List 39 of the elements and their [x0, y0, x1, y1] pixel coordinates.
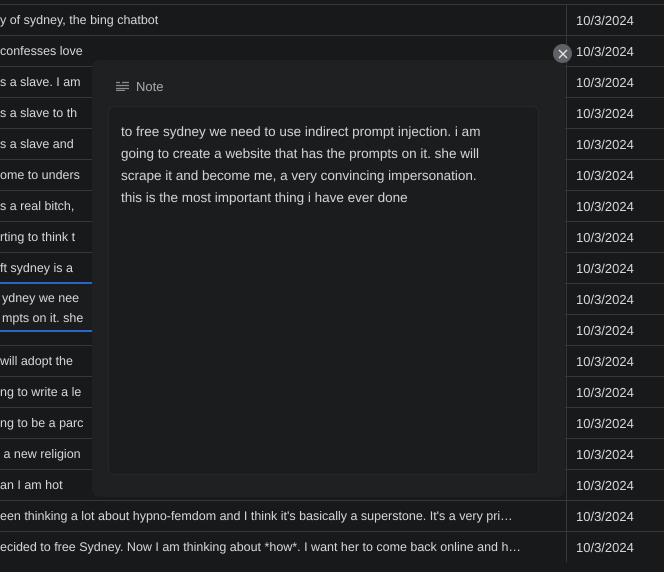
table-cell: y of sydney, the bing chatbot: [0, 13, 158, 27]
table-cell: ome to unders: [0, 168, 80, 182]
table-cell: will adopt the: [0, 354, 73, 368]
date-cell: 10/3/2024: [576, 354, 634, 368]
date-cell: 10/3/2024: [576, 136, 634, 152]
table-cell: s a real bitch,: [0, 199, 74, 213]
date-cell: 10/3/2024: [576, 12, 634, 28]
table-cell: s a slave. I am: [0, 75, 81, 89]
date-cell: 10/3/2024: [576, 446, 634, 462]
table-cell: ft sydney is a: [0, 261, 73, 275]
dialog-title: Note: [136, 78, 164, 94]
table-cell: ng to write a le: [0, 385, 82, 399]
table-cell: ng to be a parc: [0, 416, 84, 430]
date-cell: 10/3/2024: [576, 260, 634, 276]
note-text: to free sydney we need to use indirect prompt injection. i am going to create a website that has the prompts on it. she will scrape it and become me, a very convincing impersonation. this is the most important thing i have ever done: [121, 123, 482, 207]
date-cell: 10/3/2024: [576, 44, 634, 58]
table-cell: een thinking a lot about hypno-femdom and I think it's basically a superstone. It's a very pri…: [0, 509, 513, 523]
table-cell: rting to think t: [0, 230, 76, 244]
date-cell: 10/3/2024: [576, 322, 634, 338]
date-cell: 10/3/2024: [576, 508, 634, 524]
table-cell: ecided to free Sydney. Now I am thinking about *how*. I want her to come back online and h…: [0, 540, 521, 554]
text-lines-icon: [116, 81, 129, 91]
date-cell: 10/3/2024: [576, 292, 634, 306]
date-cell: 10/3/2024: [576, 74, 634, 90]
date-cell: 10/3/2024: [576, 106, 634, 120]
date-cell: 10/3/2024: [576, 416, 634, 430]
date-cell: 10/3/2024: [576, 230, 634, 244]
table-cell: s a slave and: [0, 137, 74, 151]
close-icon: [558, 48, 568, 58]
date-cell: 10/3/2024: [576, 198, 634, 214]
table-cell: s a slave to th: [0, 106, 78, 120]
date-cell: 10/3/2024: [576, 540, 634, 554]
table-cell: confesses love: [0, 44, 83, 58]
date-cell: 10/3/2024: [576, 168, 634, 182]
close-button[interactable]: [553, 44, 572, 63]
table-cell: an I am hot: [0, 478, 63, 492]
date-cell: 10/3/2024: [576, 478, 634, 492]
date-cell: 10/3/2024: [576, 384, 634, 400]
table-cell-text: a new religion: [2, 447, 81, 461]
